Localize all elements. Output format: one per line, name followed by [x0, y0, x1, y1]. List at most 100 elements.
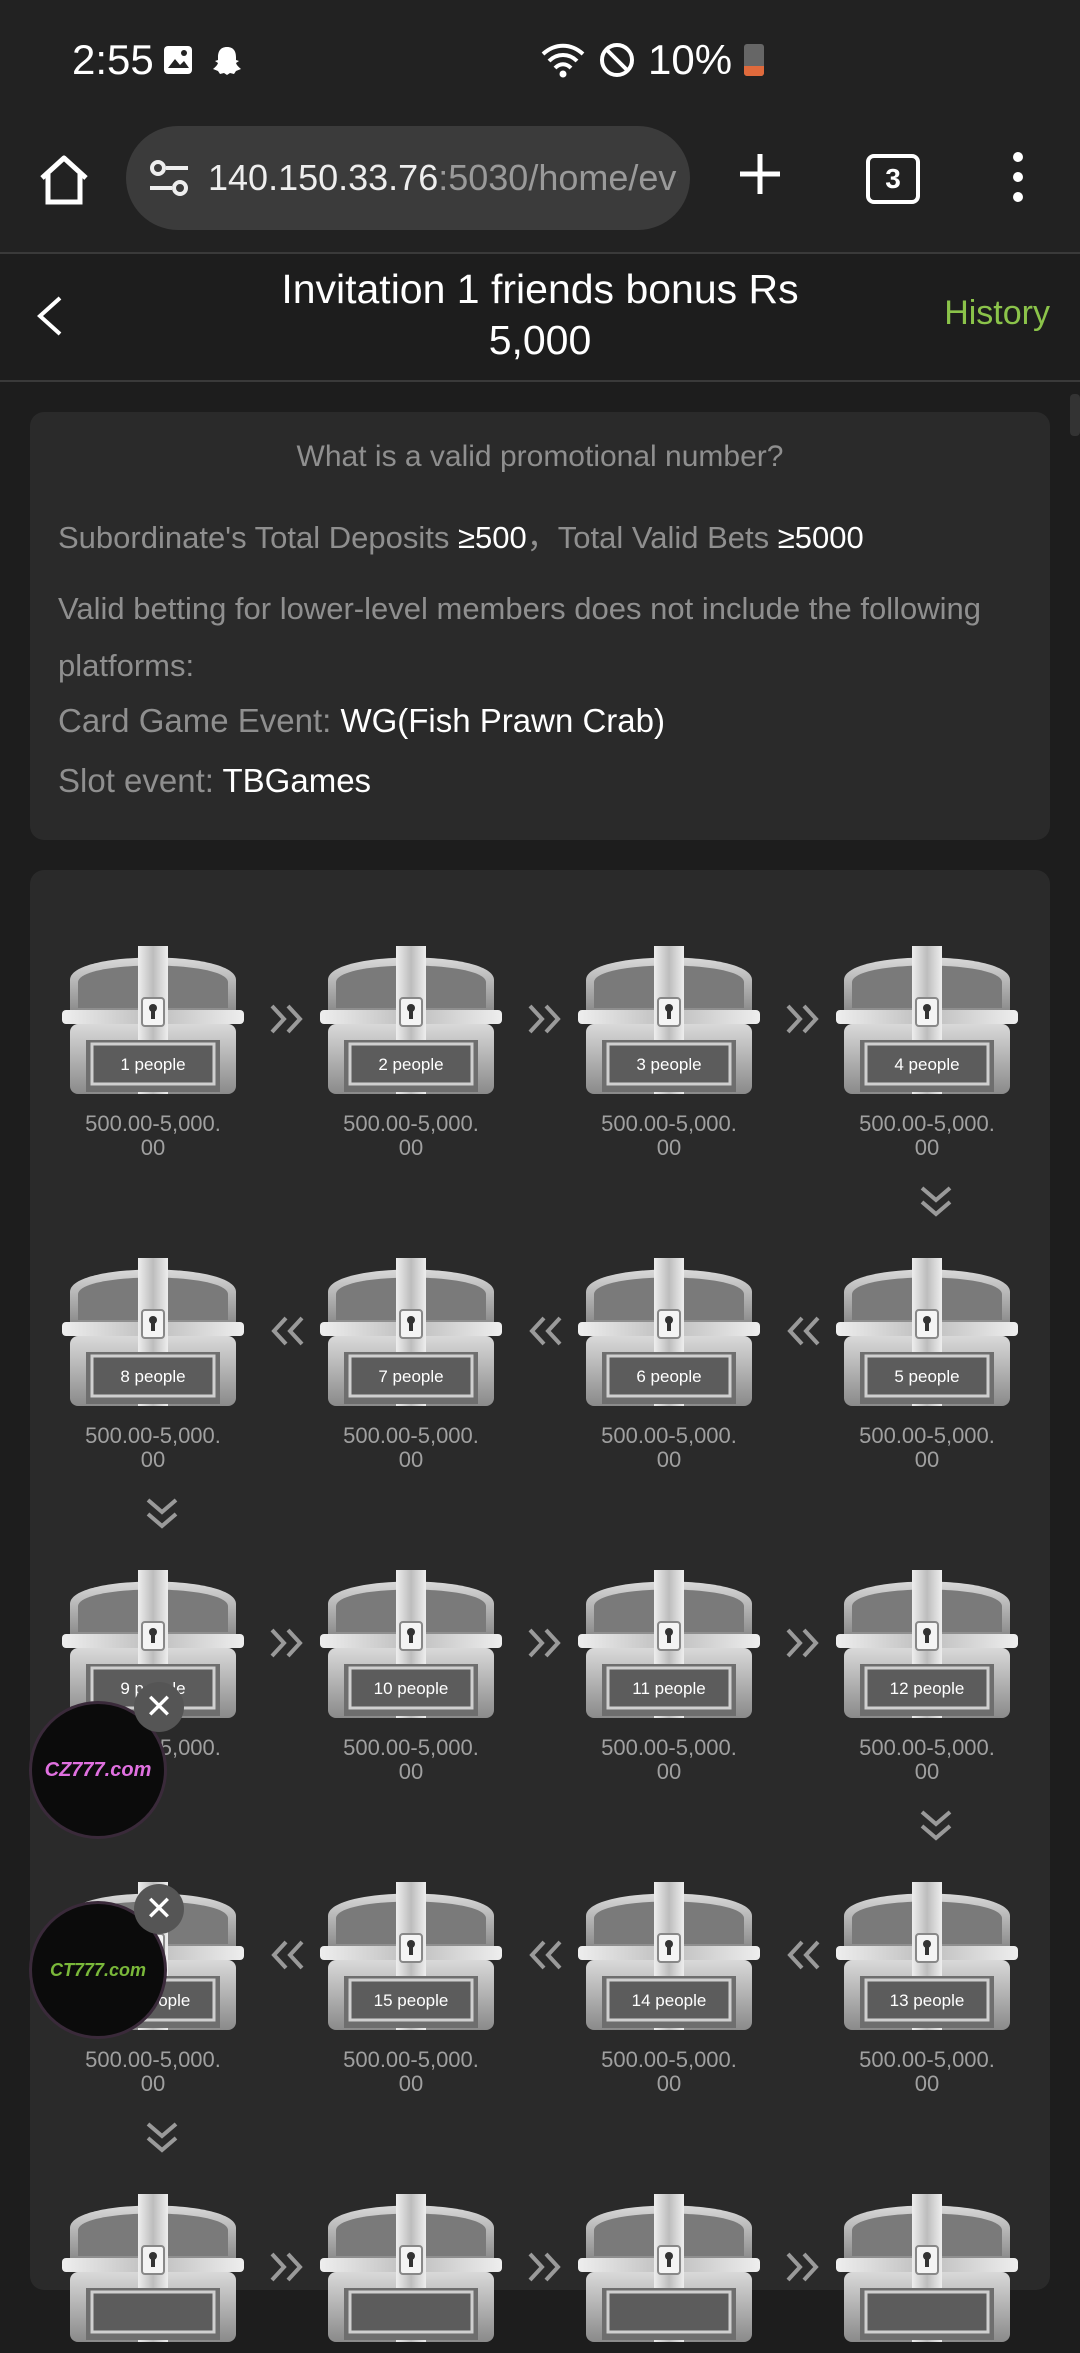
- reward-chest[interactable]: 5 people: [832, 1252, 1022, 1412]
- page-title-line1: Invitation 1 friends bonus Rs: [281, 266, 799, 312]
- arrow-left-icon: [782, 1310, 824, 1352]
- arrow-right-icon: [266, 998, 308, 1040]
- arrow-left-icon: [524, 1310, 566, 1352]
- page-title: Invitation 1 friends bonus Rs 5,000: [220, 264, 860, 366]
- chest-label: 13 people: [889, 1991, 965, 2010]
- chest-amount: 500.00-5,000.00: [601, 1111, 737, 1160]
- bets-label: Total Valid Bets: [557, 520, 778, 555]
- chest-label: 8 people: [120, 1367, 186, 1386]
- chest-amount: 500.00-5,000.00: [85, 1111, 221, 1160]
- arrow-right-icon: [782, 2246, 824, 2288]
- reward-chest[interactable]: 12 people: [832, 1564, 1022, 1724]
- arrow-down-icon: [142, 1494, 182, 1534]
- chest-amount: 500.00-5,000.00: [601, 2047, 737, 2096]
- chest-amount: 500.00-5,000.00: [601, 1735, 737, 1784]
- reward-chest[interactable]: [316, 2188, 506, 2348]
- new-tab-icon[interactable]: [736, 150, 784, 198]
- chest-amount: 500.00-5,000.00: [859, 1423, 995, 1472]
- reward-chests-card: 1 people 500.00-5,000. 00 2 people 500.00-5…: [30, 870, 1050, 2342]
- url-host: 140.150.33.76: [208, 157, 439, 198]
- cz777-logo: CZ777.com: [44, 1758, 152, 1781]
- battery-icon: [744, 44, 765, 76]
- chest-label: 5 people: [894, 1367, 960, 1386]
- chest-amount: 500.00-5,000.00: [343, 1423, 479, 1472]
- do-not-disturb-icon: [600, 43, 634, 77]
- arrow-down-icon: [142, 2118, 182, 2158]
- arrow-right-icon: [266, 2246, 308, 2288]
- excluded-platforms-note: Valid betting for lower-level members do…: [58, 591, 982, 683]
- chest-label: 14 people: [631, 1991, 707, 2010]
- chest-amount: 500.00-5,000.00: [859, 2047, 995, 2096]
- reward-chest[interactable]: 11 people: [574, 1564, 764, 1724]
- arrow-right-icon: [524, 1622, 566, 1664]
- chest-amount: 500.00-5,000.00: [85, 1423, 221, 1472]
- back-arrow-icon[interactable]: [30, 294, 70, 338]
- page-header: Invitation 1 friends bonus Rs 5,000 Hist…: [0, 252, 1080, 382]
- reward-chest[interactable]: 1 people: [58, 940, 248, 1100]
- reward-chest[interactable]: 3 people: [574, 940, 764, 1100]
- snapchat-icon: [213, 47, 241, 75]
- chest-amount: 500.00-5,000.00: [859, 1735, 995, 1784]
- scrollbar[interactable]: [1070, 394, 1080, 436]
- reward-chest[interactable]: [832, 2188, 1022, 2348]
- arrow-right-icon: [524, 998, 566, 1040]
- reward-chest[interactable]: 6 people: [574, 1252, 764, 1412]
- chest-label: 12 people: [889, 1679, 965, 1698]
- chest-label: 2 people: [378, 1055, 444, 1074]
- reward-chest[interactable]: [574, 2188, 764, 2348]
- page-title-line2: 5,000: [488, 317, 592, 363]
- deposits-label: Subordinate's Total Deposits: [58, 520, 458, 555]
- chest-amount: 500.00-5,000.00: [859, 1111, 995, 1160]
- chest-label: 7 people: [378, 1367, 444, 1386]
- gallery-icon: [164, 46, 192, 74]
- chest-label: 15 people: [373, 1991, 449, 2010]
- address-bar[interactable]: 140.150.33.76:5030/home/eve: [126, 126, 690, 230]
- chest-label: 11 people: [632, 1679, 706, 1698]
- chest-label: 10 people: [373, 1679, 449, 1698]
- home-icon[interactable]: [34, 150, 94, 210]
- arrow-right-icon: [266, 1622, 308, 1664]
- close-ad-1-button[interactable]: ✕: [134, 1682, 184, 1732]
- browser-menu-icon[interactable]: [1000, 152, 1036, 202]
- arrow-left-icon: [524, 1934, 566, 1976]
- reward-chest[interactable]: 7 people: [316, 1252, 506, 1412]
- chest-label: 4 people: [894, 1055, 960, 1074]
- chest-amount: 500.00-5,000.00: [85, 2047, 221, 2096]
- status-time: 2:55: [72, 36, 154, 83]
- arrow-left-icon: [782, 1934, 824, 1976]
- reward-chest[interactable]: 10 people: [316, 1564, 506, 1724]
- slot-event-label: Slot event:: [58, 762, 223, 799]
- arrow-left-icon: [266, 1934, 308, 1976]
- bets-value: ≥5000: [777, 520, 864, 555]
- chest-label: 3 people: [636, 1055, 702, 1074]
- tab-switcher-button[interactable]: 3: [866, 154, 920, 204]
- arrow-down-icon: [916, 1182, 956, 1222]
- rules-card: What is a valid promotional number? Subo…: [30, 412, 1050, 840]
- reward-chest[interactable]: 15 people: [316, 1876, 506, 2036]
- site-settings-icon[interactable]: [146, 155, 192, 201]
- reward-chest[interactable]: 8 people: [58, 1252, 248, 1412]
- url-path: :5030/home/eve: [438, 157, 678, 198]
- reward-chest[interactable]: 14 people: [574, 1876, 764, 2036]
- notification-icons: [162, 44, 244, 78]
- chest-amount: 500.00-5,000.00: [343, 1735, 479, 1784]
- arrow-right-icon: [782, 1622, 824, 1664]
- deposits-value: ≥500: [457, 520, 527, 555]
- reward-chest[interactable]: 13 people: [832, 1876, 1022, 2036]
- close-ad-2-button[interactable]: ✕: [134, 1884, 184, 1934]
- slot-event-line: Slot event: TBGames: [58, 762, 371, 800]
- chest-amount: 500.00-5,000.00: [601, 1423, 737, 1472]
- card-game-label: Card Game Event:: [58, 702, 341, 739]
- arrow-right-icon: [782, 998, 824, 1040]
- reward-chest[interactable]: 2 people: [316, 940, 506, 1100]
- wifi-icon: [541, 43, 585, 78]
- history-link[interactable]: History: [944, 294, 1050, 333]
- status-bar: 2:55 10%: [0, 0, 1080, 124]
- requirements-line: Subordinate's Total Deposits ≥500，Total …: [58, 512, 864, 557]
- reward-chest[interactable]: [58, 2188, 248, 2348]
- reward-chest[interactable]: 4 people: [832, 940, 1022, 1100]
- chest-label: 1 people: [120, 1055, 186, 1074]
- card-game-value: WG(Fish Prawn Crab): [340, 702, 665, 739]
- chest-amount: 500.00-5,000.00: [343, 1111, 479, 1160]
- card-game-line: Card Game Event: WG(Fish Prawn Crab): [58, 702, 665, 740]
